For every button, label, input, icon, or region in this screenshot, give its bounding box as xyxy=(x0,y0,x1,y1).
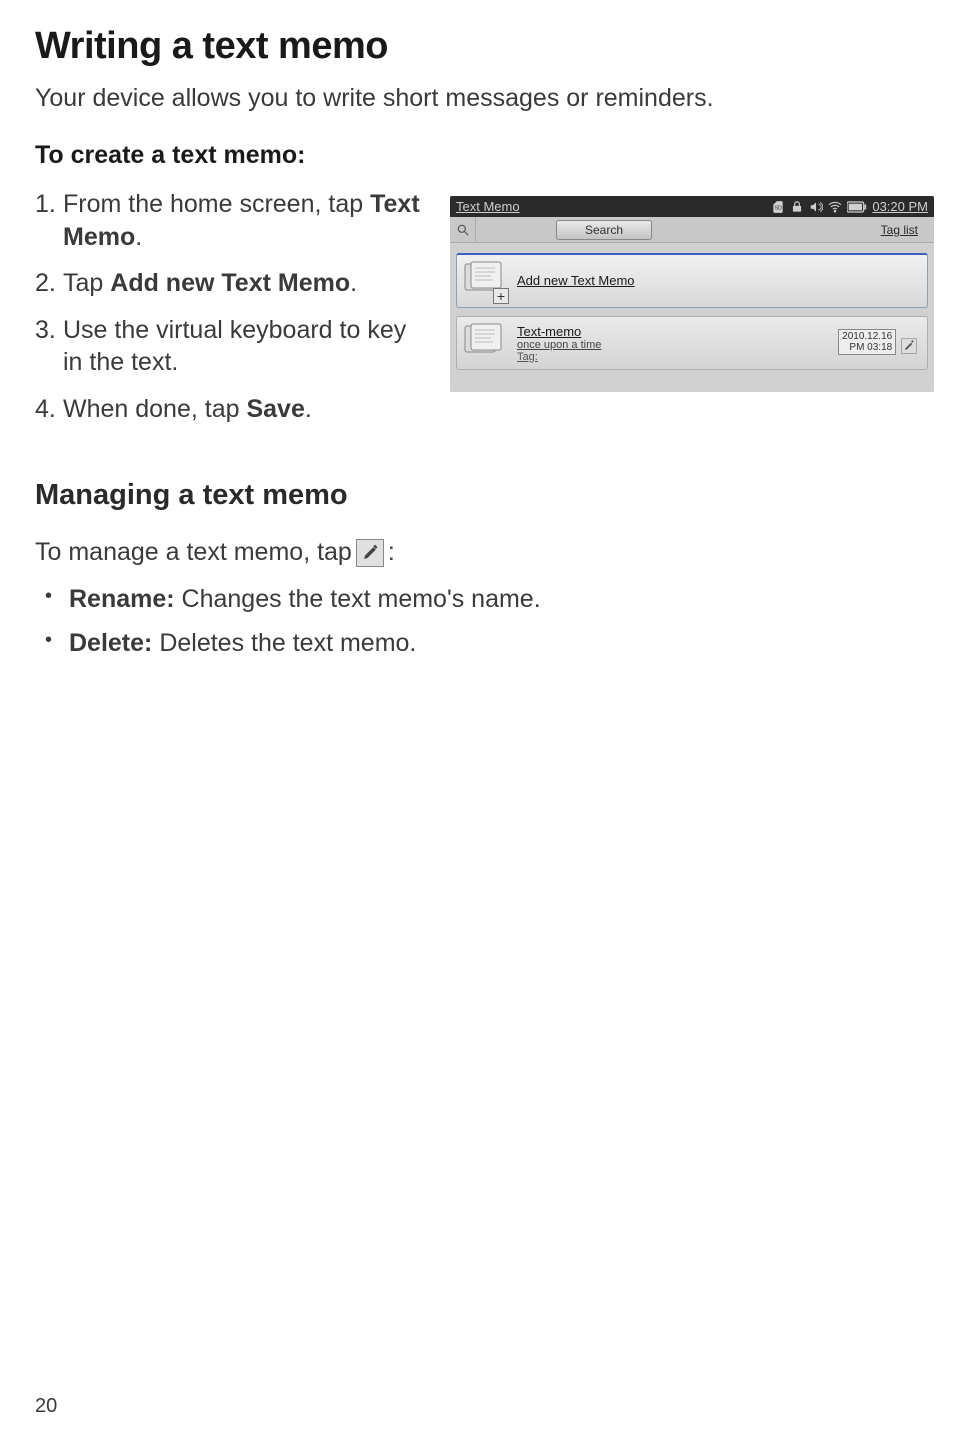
page-number: 20 xyxy=(35,1395,57,1418)
search-icon[interactable] xyxy=(450,217,476,243)
add-new-memo-card[interactable]: + Add new Text Memo xyxy=(456,253,928,308)
status-time: 03:20 PM xyxy=(872,199,928,214)
manage-option-rename: Rename: Changes the text memo's name. xyxy=(35,583,919,617)
intro-text: Your device allows you to write short me… xyxy=(35,84,919,113)
step-2: Tap Add new Text Memo. xyxy=(35,267,430,300)
device-screenshot: Text Memo SD 03:20 PM Search Tag list xyxy=(450,196,934,392)
memo-thumb-icon: + xyxy=(463,260,507,302)
memo-tag-label: Tag: xyxy=(517,351,828,363)
step-4: When done, tap Save. xyxy=(35,393,430,426)
battery-icon xyxy=(847,201,867,213)
add-new-memo-label: Add new Text Memo xyxy=(517,273,635,288)
steps-list: From the home screen, tap Text Memo. Tap… xyxy=(35,188,430,425)
memo-card[interactable]: Text-memo once upon a time Tag: 2010.12.… xyxy=(456,316,928,370)
toolbar: Search Tag list xyxy=(450,217,934,243)
lock-icon xyxy=(790,200,804,214)
search-button[interactable]: Search xyxy=(556,220,652,240)
manage-options-list: Rename: Changes the text memo's name. De… xyxy=(35,583,919,661)
step-1: From the home screen, tap Text Memo. xyxy=(35,188,430,253)
tag-list-link[interactable]: Tag list xyxy=(652,223,934,237)
svg-text:SD: SD xyxy=(775,205,783,211)
managing-intro: To manage a text memo, tap : xyxy=(35,538,919,567)
edit-icon[interactable] xyxy=(901,338,917,357)
volume-icon xyxy=(809,200,823,214)
plus-icon: + xyxy=(493,288,509,304)
status-bar: Text Memo SD 03:20 PM xyxy=(450,196,934,217)
edit-icon xyxy=(356,539,384,567)
step-3: Use the virtual keyboard to key in the t… xyxy=(35,314,430,379)
memo-title: Text-memo xyxy=(517,324,828,339)
memo-thumb-icon xyxy=(463,322,507,364)
memo-meta: 2010.12.16 PM 03:18 xyxy=(838,329,917,357)
app-title: Text Memo xyxy=(456,199,520,214)
manage-option-delete: Delete: Deletes the text memo. xyxy=(35,627,919,661)
managing-heading: Managing a text memo xyxy=(35,479,919,512)
memo-subtitle: once upon a time xyxy=(517,339,828,351)
sd-card-icon: SD xyxy=(771,200,785,214)
wifi-icon xyxy=(828,200,842,214)
section-title: To create a text memo: xyxy=(35,141,919,170)
page-heading: Writing a text memo xyxy=(35,25,919,68)
